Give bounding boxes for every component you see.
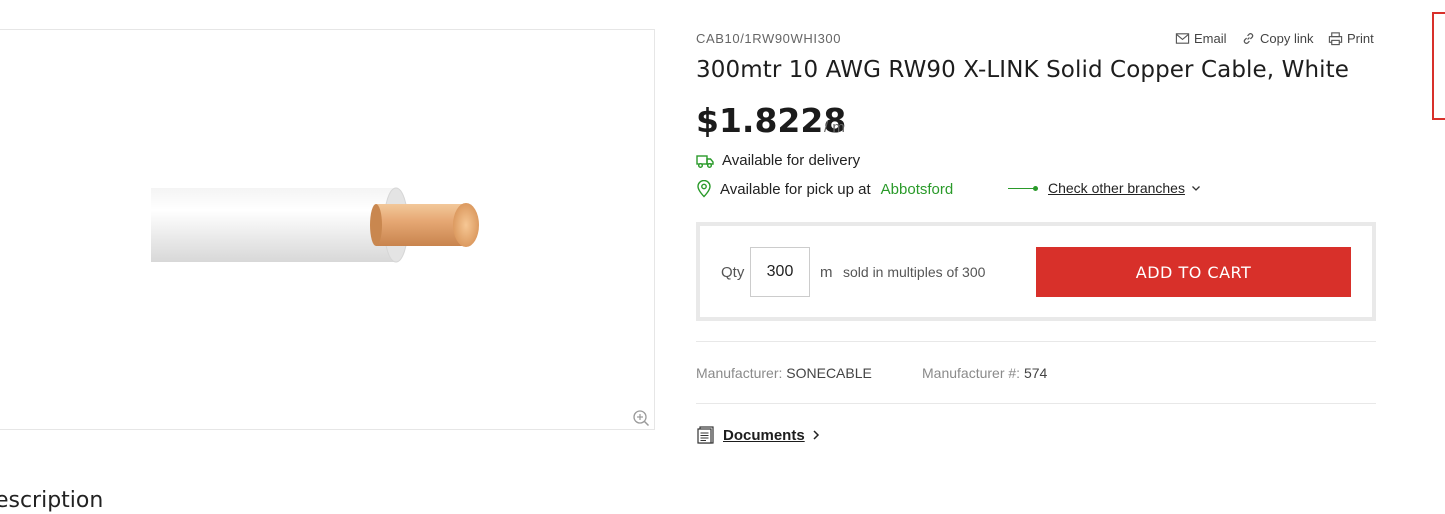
delivery-availability: Available for delivery (696, 152, 860, 169)
documents-label: Documents (723, 426, 805, 444)
print-icon (1328, 32, 1343, 46)
copy-link-label: Copy link (1260, 31, 1314, 46)
description-heading: Description (0, 488, 104, 513)
side-panel-edge[interactable] (1432, 12, 1445, 120)
documents-link[interactable]: Documents (696, 425, 821, 445)
manufacturer-label: Manufacturer: (696, 365, 783, 381)
divider (696, 403, 1376, 404)
email-link[interactable]: Email (1175, 31, 1227, 46)
check-other-branches-link[interactable]: Check other branches (1048, 180, 1201, 196)
zoom-icon[interactable] (632, 409, 650, 427)
product-title: 300mtr 10 AWG RW90 X-LINK Solid Copper C… (696, 57, 1349, 83)
product-sku: CAB10/1RW90WHI300 (696, 31, 842, 46)
manufacturer-number-label: Manufacturer #: (922, 365, 1021, 381)
link-icon (1243, 33, 1254, 44)
product-image-panel[interactable] (0, 29, 655, 430)
add-to-cart-button[interactable]: ADD TO CART (1036, 247, 1351, 297)
manufacturer: Manufacturer: SONECABLE (696, 365, 872, 381)
manufacturer-number-value: 574 (1023, 365, 1048, 381)
email-icon (1175, 33, 1190, 44)
pickup-text: Available for pick up at (720, 180, 871, 198)
copy-link[interactable]: Copy link (1241, 31, 1313, 46)
qty-label: Qty (721, 264, 745, 281)
pickup-availability: Available for pick up at Abbotsford (696, 180, 953, 198)
documents-icon (697, 426, 714, 444)
truck-icon (696, 154, 714, 168)
chevron-right-icon (813, 430, 819, 440)
product-image (151, 187, 479, 263)
print-link[interactable]: Print (1328, 31, 1374, 46)
print-link-label: Print (1347, 31, 1374, 46)
manufacturer-value: SONECABLE (786, 365, 872, 381)
pickup-branch: Abbotsford (880, 180, 954, 198)
price-unit: / m (824, 119, 845, 136)
sold-in-multiples-text: sold in multiples of 300 (843, 264, 986, 280)
branch-connector-dot (1033, 186, 1038, 191)
manufacturer-number: Manufacturer #: 574 (922, 365, 1047, 381)
location-pin-icon (697, 180, 711, 198)
quantity-input[interactable] (750, 247, 810, 297)
delivery-text: Available for delivery (722, 152, 861, 169)
divider (696, 341, 1376, 342)
email-link-label: Email (1194, 31, 1227, 46)
chevron-down-icon (1192, 186, 1200, 191)
check-branches-label: Check other branches (1048, 180, 1185, 196)
qty-unit: m (820, 264, 833, 281)
